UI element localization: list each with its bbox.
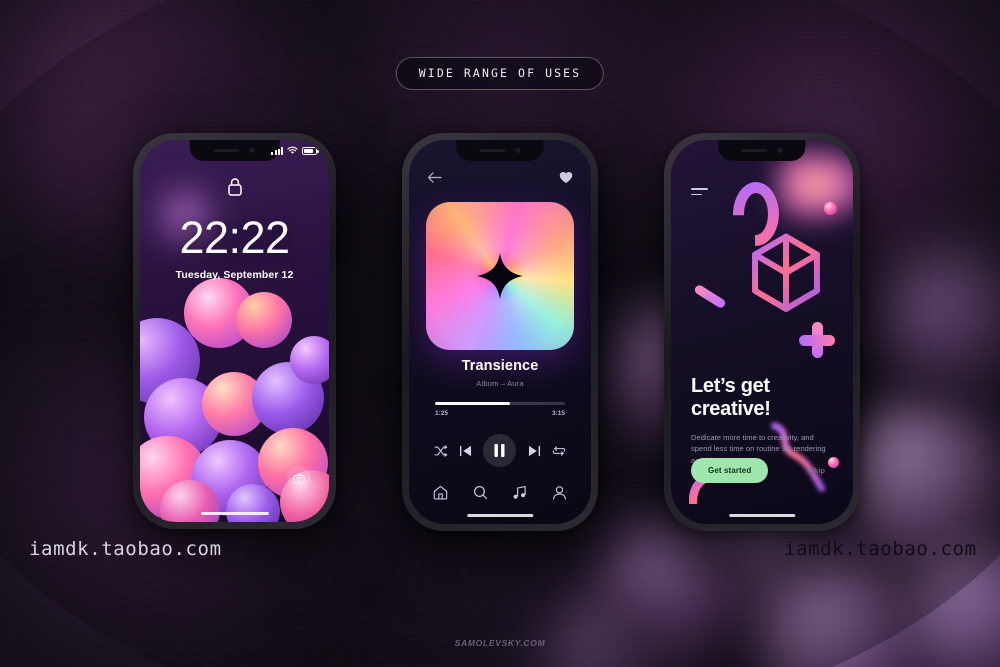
phone-music-player: Transience Album – Aura 1:25 3:15 [402, 133, 598, 531]
home-icon[interactable] [433, 485, 448, 500]
onboarding-title: Let’s get creative! [691, 375, 771, 420]
menu-line [691, 188, 708, 190]
watermark-left: iamdk.taobao.com [29, 538, 222, 560]
wireframe-cube-shape [743, 228, 829, 314]
device-notch [189, 140, 280, 161]
sphere-shape [824, 202, 837, 215]
onboarding-screen: Let’s get creative! Dedicate more time t… [671, 140, 853, 524]
elapsed-time: 1:25 [435, 409, 449, 417]
device-notch [456, 140, 544, 161]
earpiece-speaker [479, 148, 506, 153]
status-bar [271, 146, 319, 155]
track-title: Transience [461, 358, 539, 374]
search-icon[interactable] [473, 485, 488, 500]
lockscreen-date: Tuesday, September 12 [175, 269, 294, 281]
lock-icon [227, 178, 242, 196]
device-notch [718, 140, 806, 161]
playback-controls [409, 434, 591, 467]
plus-shape [799, 322, 835, 358]
track-subtitle: Album – Aura [476, 379, 524, 388]
menu-icon[interactable] [691, 188, 708, 199]
progress-times: 1:25 3:15 [435, 410, 565, 417]
phone-onboarding: Let’s get creative! Dedicate more time t… [664, 133, 860, 531]
home-indicator[interactable] [729, 513, 795, 517]
earpiece-speaker [741, 148, 768, 153]
four-point-star-icon [477, 253, 523, 299]
get-started-button[interactable]: Get started [691, 458, 769, 483]
wifi-icon [287, 146, 298, 154]
track-info: Transience Album – Aura [409, 358, 591, 388]
onboarding-actions: Get started Skip [691, 458, 833, 483]
player-header [409, 164, 591, 190]
pause-button[interactable] [483, 434, 517, 467]
previous-icon[interactable] [459, 445, 472, 457]
total-time: 3:15 [551, 409, 565, 417]
shuffle-icon[interactable] [434, 444, 448, 457]
arrow-left-icon[interactable] [427, 171, 442, 184]
skip-link[interactable]: Skip [809, 466, 825, 475]
progress-section[interactable]: 1:25 3:15 [435, 402, 565, 417]
front-camera [515, 148, 521, 153]
home-indicator[interactable] [467, 513, 533, 517]
front-camera [777, 148, 783, 153]
lockscreen-ui: 22:22 Tuesday, September 12 [140, 140, 329, 522]
battery-icon [302, 146, 319, 155]
section-badge: WIDE RANGE OF USES [395, 57, 605, 90]
glow-blob-shape [779, 152, 853, 224]
home-indicator[interactable] [200, 511, 269, 515]
lockscreen-screen: 22:22 Tuesday, September 12 [140, 140, 329, 522]
watermark-right: iamdk.taobao.com [784, 538, 977, 560]
menu-line [691, 193, 702, 196]
bottom-tab-bar [409, 485, 591, 500]
earpiece-speaker [214, 148, 240, 153]
repeat-icon[interactable] [552, 445, 566, 457]
front-camera [250, 148, 255, 153]
phone-lockscreen: 22:22 Tuesday, September 12 [133, 133, 336, 529]
album-art[interactable] [426, 202, 574, 350]
heart-icon[interactable] [559, 171, 573, 184]
signal-bars-icon [271, 146, 283, 155]
profile-icon[interactable] [552, 485, 567, 500]
lockscreen-time: 22:22 [179, 212, 290, 263]
progress-bar-fill [435, 402, 511, 405]
music-note-icon[interactable] [512, 485, 527, 500]
cube-wireframe-icon [752, 233, 820, 312]
credit-text: SAMOLEVSKY.COM [454, 638, 546, 648]
next-icon[interactable] [528, 445, 541, 457]
music-player-screen: Transience Album – Aura 1:25 3:15 [409, 140, 591, 524]
onboarding-copy: Let’s get creative! Dedicate more time t… [691, 375, 833, 467]
pause-icon [494, 444, 505, 457]
progress-bar-track[interactable] [435, 402, 565, 405]
